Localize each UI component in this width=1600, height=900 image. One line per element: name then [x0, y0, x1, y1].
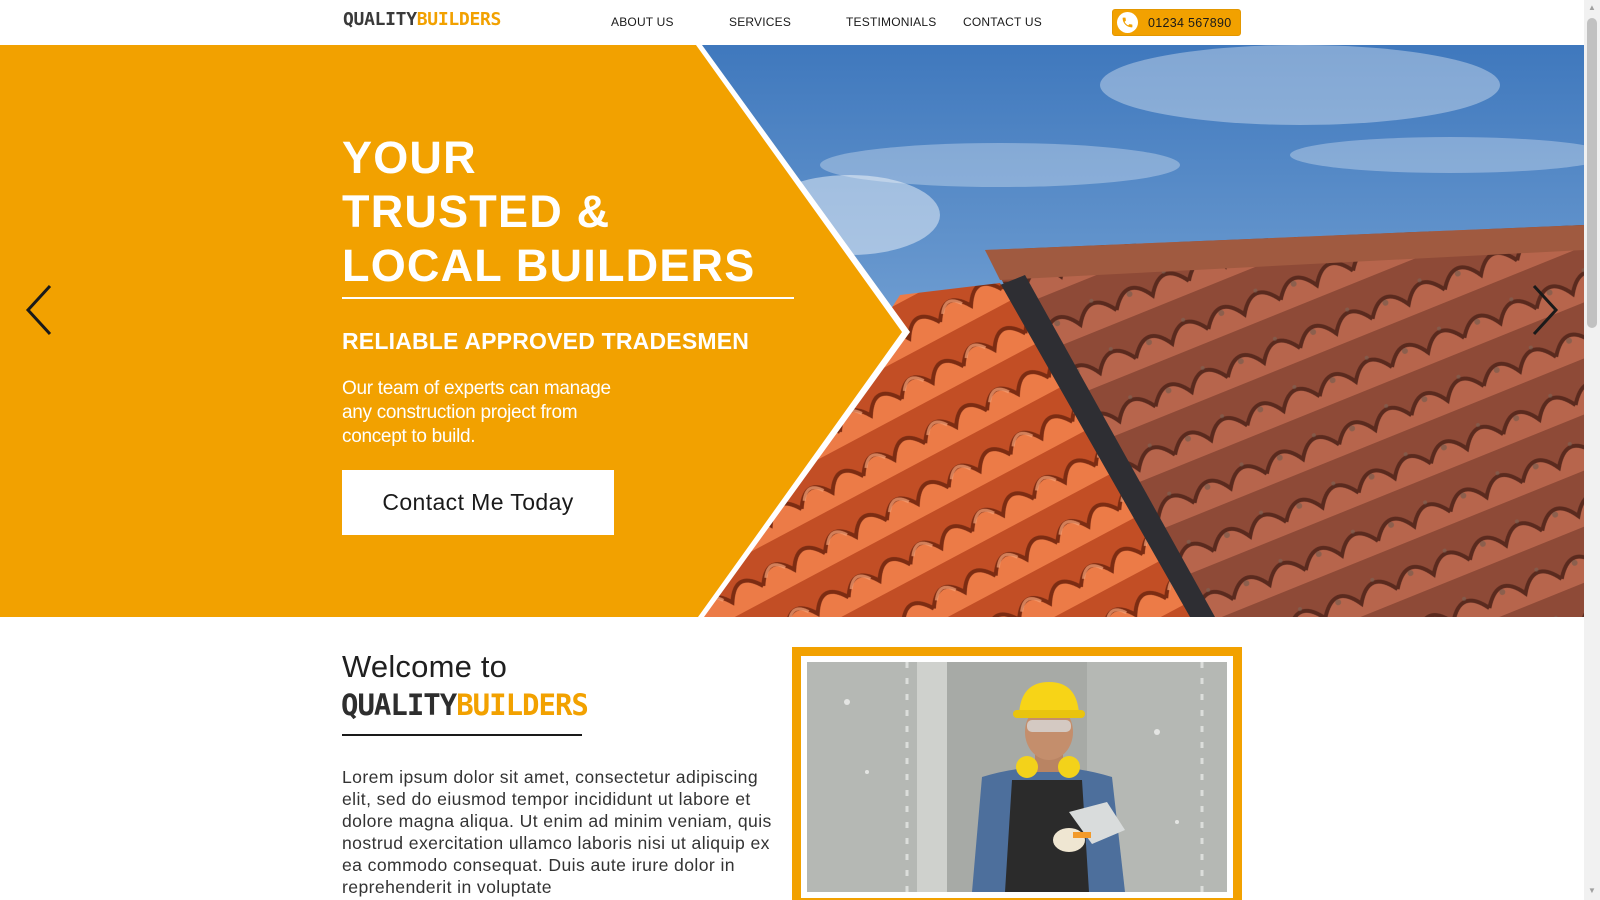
hero-description: Our team of experts can manage any const…: [342, 378, 611, 447]
logo-quality: QUALITY: [343, 9, 417, 30]
phone-number: 01234 567890: [1148, 15, 1232, 30]
hero-roof-image: [0, 45, 1584, 617]
phone-button[interactable]: 01234 567890: [1112, 9, 1241, 36]
slider-prev-button[interactable]: [22, 282, 58, 338]
worker-photo-frame: [792, 647, 1242, 900]
nav-contact-us[interactable]: CONTACT US: [963, 15, 1042, 29]
nav-about-us[interactable]: ABOUT US: [611, 15, 674, 29]
slider-next-button[interactable]: [1526, 282, 1562, 338]
nav-services[interactable]: SERVICES: [729, 15, 791, 29]
worker-photo-border: [801, 656, 1233, 898]
welcome-brand-builders: BUILDERS: [456, 688, 589, 722]
hero-title: YOUR TRUSTED & LOCAL BUILDERS: [342, 131, 755, 293]
contact-me-button[interactable]: Contact Me Today: [342, 470, 614, 535]
scroll-up-icon[interactable]: ▲: [1587, 3, 1597, 13]
hero-title-line: LOCAL BUILDERS: [342, 240, 756, 291]
site-header: QUALITYBUILDERS ABOUT US SERVICES TESTIM…: [0, 0, 1584, 45]
scrollbar-thumb[interactable]: [1587, 18, 1597, 328]
hero-slider: YOUR TRUSTED & LOCAL BUILDERS RELIABLE A…: [0, 45, 1584, 617]
builder-worker-image: [807, 662, 1227, 892]
site-logo[interactable]: QUALITYBUILDERS: [343, 9, 501, 30]
welcome-brand-quality: QUALITY: [341, 688, 457, 722]
phone-icon: [1117, 12, 1138, 33]
page-scrollbar[interactable]: ▲ ▼: [1584, 0, 1600, 900]
logo-builders: BUILDERS: [416, 9, 502, 30]
welcome-divider: [342, 734, 582, 736]
worker-photo: [807, 662, 1227, 892]
hero-divider: [342, 297, 794, 299]
nav-testimonials[interactable]: TESTIMONIALS: [846, 15, 936, 29]
welcome-heading: Welcome to: [342, 649, 508, 684]
hero-title-line: YOUR: [342, 132, 477, 183]
chevron-left-icon: [25, 284, 52, 336]
welcome-body: Lorem ipsum dolor sit amet, consectetur …: [342, 767, 772, 897]
chevron-right-icon: [1532, 284, 1559, 336]
scroll-down-icon[interactable]: ▼: [1587, 886, 1597, 896]
hero-title-line: TRUSTED &: [342, 186, 611, 237]
hero-subtitle: RELIABLE APPROVED TRADESMEN: [342, 328, 750, 354]
welcome-brand: QUALITYBUILDERS: [341, 688, 589, 722]
